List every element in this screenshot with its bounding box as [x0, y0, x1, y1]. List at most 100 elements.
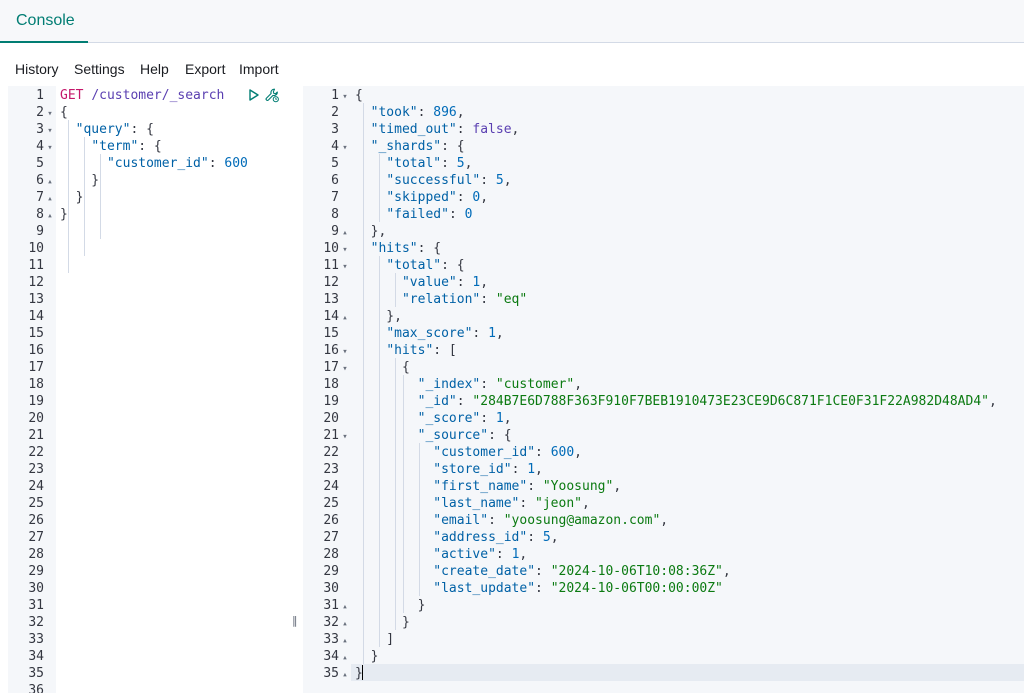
response-line[interactable]: 27 "address_id": 5,	[303, 529, 1024, 546]
code-token: :	[535, 564, 551, 579]
response-line[interactable]: 11 ▾ "total": {	[303, 257, 1024, 274]
request-line[interactable]: 9	[8, 223, 289, 240]
code-token: "hits"	[370, 241, 418, 256]
response-line[interactable]: 13 "relation": "eq"	[303, 291, 1024, 308]
menu-import[interactable]: Import	[239, 60, 279, 78]
response-line[interactable]: 30 "last_update": "2024-10-06T00:00:00Z"	[303, 580, 1024, 597]
tab-console[interactable]: Console	[0, 0, 88, 43]
request-line[interactable]: 25	[8, 495, 289, 512]
response-line[interactable]: 16 ▾ "hits": [	[303, 342, 1024, 359]
request-line[interactable]: 27	[8, 529, 289, 546]
code-token: ,	[582, 496, 590, 511]
response-line[interactable]: 3 "timed_out": false,	[303, 121, 1024, 138]
response-line[interactable]: 17 ▾ {	[303, 359, 1024, 376]
request-line[interactable]: 20	[8, 410, 289, 427]
response-line[interactable]: 1 ▾{	[303, 87, 1024, 104]
response-line[interactable]: 25 "last_name": "jeon",	[303, 495, 1024, 512]
request-line[interactable]: 15	[8, 325, 289, 342]
splitter-handle-icon[interactable]: ‖	[292, 614, 298, 627]
code-token: {	[355, 88, 363, 103]
request-line[interactable]: 7 ▴ }	[8, 189, 289, 206]
request-line[interactable]: 6 ▴ }	[8, 172, 289, 189]
menu-help[interactable]: Help	[140, 60, 169, 78]
response-line[interactable]: 2 "took": 896,	[303, 104, 1024, 121]
menu-export[interactable]: Export	[185, 60, 225, 78]
request-line[interactable]: 1 GET /customer/_search	[8, 87, 289, 104]
response-line[interactable]: 33 ▴ ]	[303, 631, 1024, 648]
request-line[interactable]: 28	[8, 546, 289, 563]
request-line[interactable]: 26	[8, 512, 289, 529]
response-line[interactable]: 8 "failed": 0	[303, 206, 1024, 223]
fold-expand-icon[interactable]: ▴	[339, 667, 351, 684]
response-line[interactable]: 4 ▾ "_shards": {	[303, 138, 1024, 155]
request-line[interactable]: 16	[8, 342, 289, 359]
code-text: {	[355, 359, 410, 376]
response-line[interactable]: 34 ▴ }	[303, 648, 1024, 665]
response-line[interactable]: 22 "customer_id": 600,	[303, 444, 1024, 461]
request-line[interactable]: 23	[8, 461, 289, 478]
request-line[interactable]: 17	[8, 359, 289, 376]
response-line[interactable]: 18 "_index": "customer",	[303, 376, 1024, 393]
code-token: "failed"	[386, 207, 449, 222]
request-line[interactable]: 3 ▾ "query": {	[8, 121, 289, 138]
code-token: ,	[535, 462, 543, 477]
response-line[interactable]: 5 "total": 5,	[303, 155, 1024, 172]
request-line[interactable]: 35	[8, 665, 289, 682]
play-icon[interactable]	[248, 89, 260, 101]
request-line[interactable]: 36	[8, 682, 289, 693]
response-line[interactable]: 32 ▴ }	[303, 614, 1024, 631]
response-line[interactable]: 29 "create_date": "2024-10-06T10:08:36Z"…	[303, 563, 1024, 580]
code-text: {	[60, 104, 68, 121]
response-line[interactable]: 9 ▴ },	[303, 223, 1024, 240]
request-line[interactable]: 34	[8, 648, 289, 665]
request-line[interactable]: 11	[8, 257, 289, 274]
request-line[interactable]: 8 ▴}	[8, 206, 289, 223]
response-line[interactable]: 20 "_score": 1,	[303, 410, 1024, 427]
wrench-icon[interactable]	[264, 87, 280, 103]
menu-history[interactable]: History	[15, 60, 59, 78]
response-line[interactable]: 6 "successful": 5,	[303, 172, 1024, 189]
response-viewer[interactable]: 1 ▾{2 "took": 896, 3 "timed_out": false, 4 ▾…	[303, 86, 1024, 693]
response-line[interactable]: 19 "_id": "284B7E6D788F363F910F7BEB19104…	[303, 393, 1024, 410]
request-line[interactable]: 22	[8, 444, 289, 461]
request-line[interactable]: 33	[8, 631, 289, 648]
request-line[interactable]: 5 "customer_id": 600	[8, 155, 289, 172]
code-token: ,	[613, 479, 622, 494]
pane-splitter[interactable]: ‖	[289, 86, 303, 693]
request-line[interactable]: 21	[8, 427, 289, 444]
code-token: "first_name"	[433, 479, 528, 494]
response-line[interactable]: 12 "value": 1,	[303, 274, 1024, 291]
response-line[interactable]: 31 ▴ }	[303, 597, 1024, 614]
code-token: : {	[441, 139, 465, 154]
response-line[interactable]: 35 ▴}	[303, 665, 1024, 682]
response-line[interactable]: 28 "active": 1,	[303, 546, 1024, 563]
request-line[interactable]: 18	[8, 376, 289, 393]
request-line[interactable]: 30	[8, 580, 289, 597]
request-line[interactable]: 24	[8, 478, 289, 495]
response-line[interactable]: 10 ▾ "hits": {	[303, 240, 1024, 257]
response-line[interactable]: 26 "email": "yoosung@amazon.com",	[303, 512, 1024, 529]
response-line[interactable]: 7 "skipped": 0,	[303, 189, 1024, 206]
request-line[interactable]: 13	[8, 291, 289, 308]
response-line[interactable]: 21 ▾ "_source": {	[303, 427, 1024, 444]
request-line[interactable]: 29	[8, 563, 289, 580]
request-line[interactable]: 32	[8, 614, 289, 631]
request-line[interactable]: 31	[8, 597, 289, 614]
response-line[interactable]: 23 "store_id": 1,	[303, 461, 1024, 478]
response-line[interactable]: 15 "max_score": 1,	[303, 325, 1024, 342]
code-token: "term"	[91, 139, 139, 154]
request-editor[interactable]: 1 GET /customer/_search 2 ▾{3 ▾ "query": {4…	[8, 86, 289, 693]
response-line[interactable]: 24 "first_name": "Yoosung",	[303, 478, 1024, 495]
menu-settings[interactable]: Settings	[74, 60, 125, 78]
request-line[interactable]: 14	[8, 308, 289, 325]
request-line[interactable]: 4 ▾ "term": {	[8, 138, 289, 155]
request-line[interactable]: 19	[8, 393, 289, 410]
request-line[interactable]: 10	[8, 240, 289, 257]
response-line[interactable]: 14 ▴ },	[303, 308, 1024, 325]
request-line[interactable]: 2 ▾{	[8, 104, 289, 121]
request-line[interactable]: 12	[8, 274, 289, 291]
code-token: : {	[130, 122, 154, 137]
code-token: :	[535, 581, 551, 596]
